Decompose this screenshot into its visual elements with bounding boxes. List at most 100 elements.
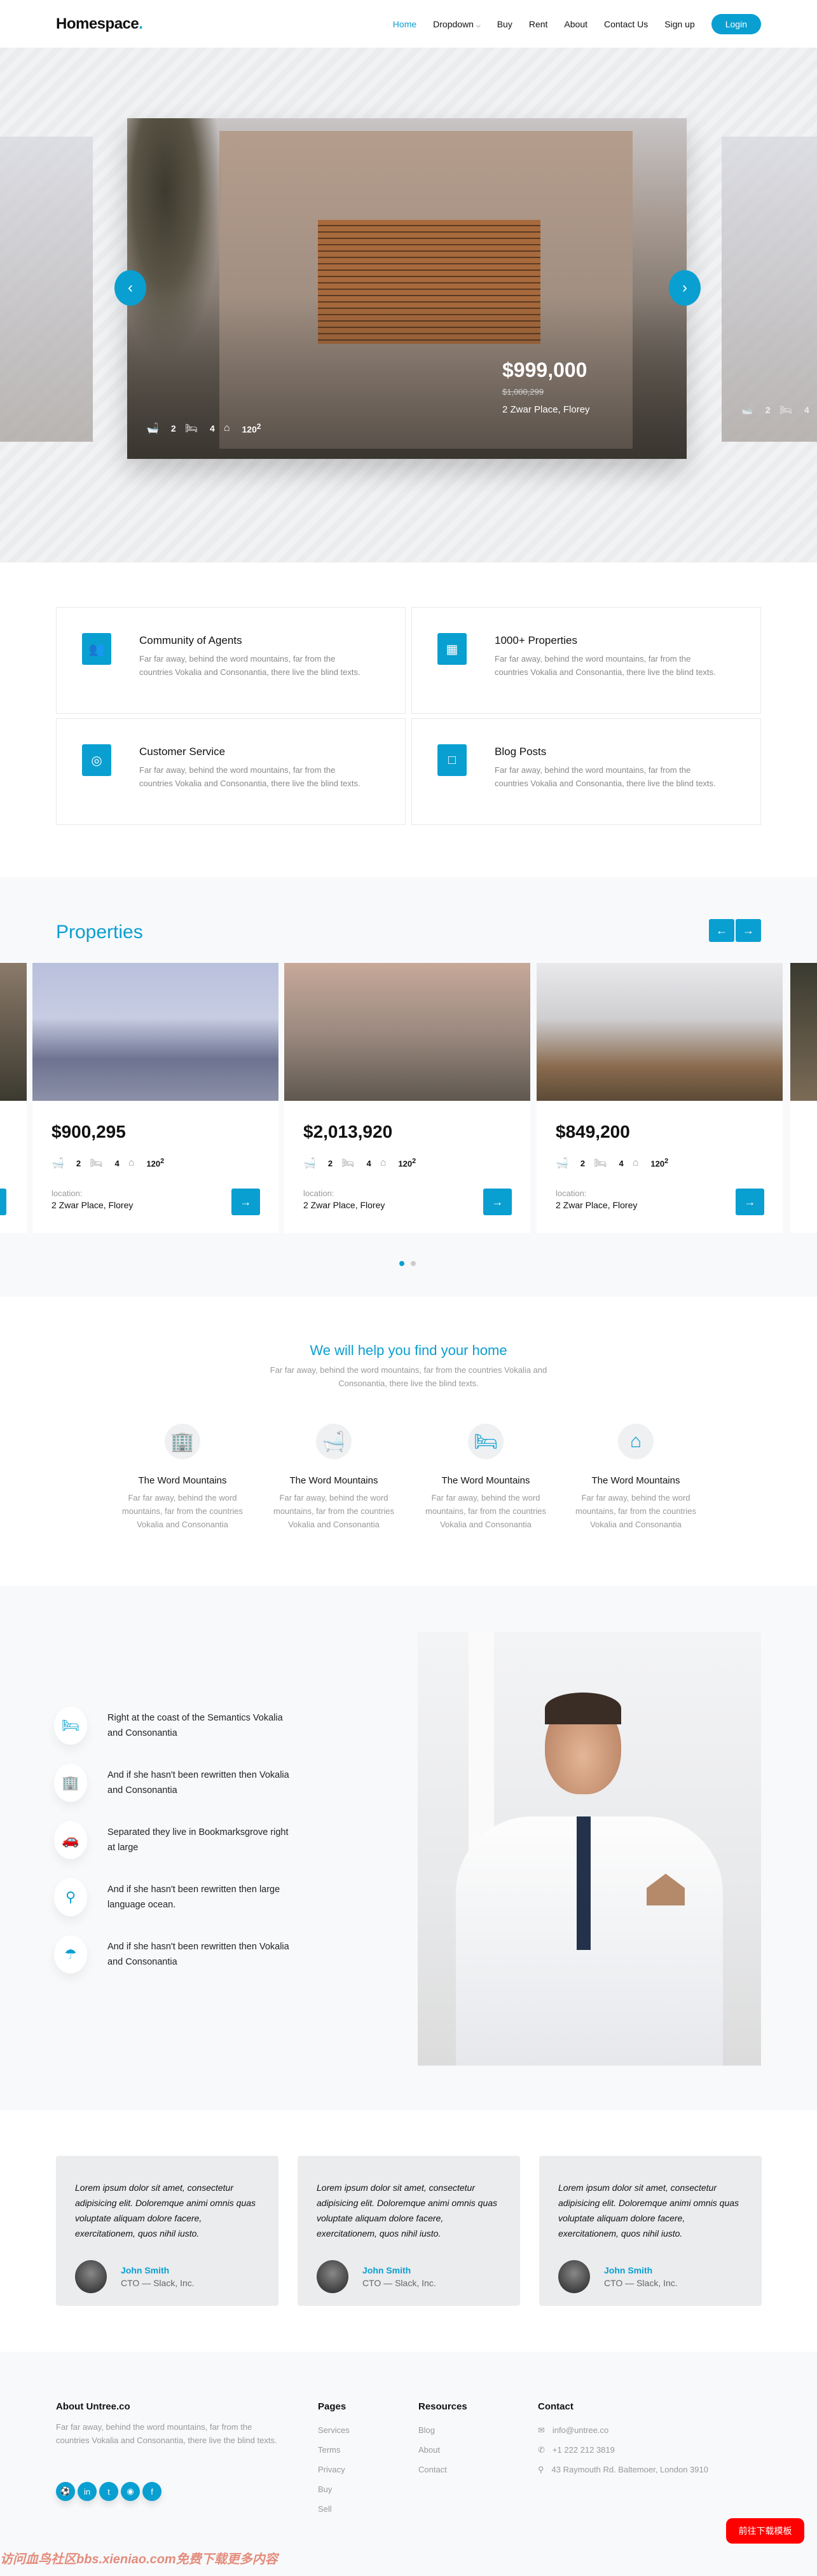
house-area-icon: ⌂: [618, 1424, 654, 1459]
login-button[interactable]: Login: [711, 14, 761, 34]
help-column-title: The Word Mountains: [441, 1475, 530, 1486]
property-open-button[interactable]: →: [483, 1189, 512, 1215]
feature-card: 👥 Community of Agents Far far away, behi…: [56, 607, 406, 714]
download-template-button[interactable]: 前往下载模板: [726, 2518, 804, 2544]
location-label: location:: [51, 1189, 83, 1198]
footer-pages-title: Pages: [318, 2401, 347, 2412]
feature-card: □ Blog Posts Far far away, behind the wo…: [411, 718, 761, 825]
help-column-text: Far far away, behind the word mountains,…: [425, 1493, 547, 1529]
nav-rent[interactable]: Rent: [529, 19, 548, 29]
footer-link-resource[interactable]: About: [418, 2440, 447, 2460]
phone-icon: ✆: [538, 2445, 545, 2455]
hero-prev-button[interactable]: ‹: [114, 270, 146, 306]
testimonial-role: CTO — Slack, Inc.: [121, 2278, 195, 2288]
house-area-icon: ⌂: [632, 1157, 639, 1168]
property-price: $900,295: [51, 1122, 126, 1141]
testimonial-name: John Smith: [121, 2265, 170, 2275]
footer-link-page[interactable]: Sell: [318, 2499, 350, 2519]
property-beds: 4: [366, 1158, 371, 1168]
footer-email[interactable]: ✉ info@untree.co: [538, 2420, 708, 2440]
nav-contact[interactable]: Contact Us: [604, 19, 648, 29]
help-subtitle: Far far away, behind the word mountains,…: [270, 1365, 547, 1388]
instagram-icon[interactable]: ◉: [121, 2482, 140, 2501]
avatar: [75, 2260, 107, 2293]
feature-text: Far far away, behind the word mountains,…: [495, 765, 716, 788]
testimonial-card: Lorem ipsum dolor sit amet, consectetur …: [56, 2156, 278, 2306]
footer-link-page[interactable]: Terms: [318, 2440, 350, 2460]
footer-link-page[interactable]: Buy: [318, 2479, 350, 2499]
hero-slide-prev[interactable]: [0, 137, 93, 442]
hero-next-button[interactable]: ›: [669, 270, 701, 306]
why-item-text: Separated they live in Bookmarksgrove ri…: [107, 1827, 289, 1853]
properties-next-button[interactable]: →: [736, 919, 761, 942]
envelope-icon: ✉: [538, 2425, 545, 2435]
property-address: 2 Zwar Place, Florey: [51, 1200, 134, 1210]
logo[interactable]: Homespace.: [56, 15, 143, 33]
carousel-dot-1[interactable]: [399, 1261, 404, 1266]
why-item: 🛏 Right at the coast of the Semantics Vo…: [54, 1707, 292, 1745]
footer-link-resource[interactable]: Blog: [418, 2420, 447, 2440]
footer-link-page[interactable]: Services: [318, 2420, 350, 2440]
social-links: ⚽ in t ◉ f: [56, 2482, 161, 2501]
property-card[interactable]: $849,200 🛁 2 🛏 4 ⌂ 1202 location: 2 Zwar Pl…: [537, 963, 783, 1233]
property-image[interactable]: [537, 963, 783, 1101]
why-item-text: And if she hasn't been rewritten then Vo…: [107, 1942, 289, 1967]
property-address: 2 Zwar Place, Florey: [303, 1200, 385, 1210]
area-sup: 2: [412, 1157, 416, 1166]
footer-email-text: info@untree.co: [552, 2425, 609, 2435]
twitter-icon[interactable]: t: [99, 2482, 118, 2501]
hero-area-sup: 2: [256, 422, 261, 431]
footer-link-page[interactable]: Privacy: [318, 2460, 350, 2479]
property-image[interactable]: [32, 963, 278, 1101]
nav-buy[interactable]: Buy: [497, 19, 512, 29]
property-image[interactable]: [284, 963, 530, 1101]
property-baths: 2: [327, 1158, 333, 1168]
linkedin-icon[interactable]: in: [78, 2482, 97, 2501]
nav-dropdown[interactable]: Dropdown ⌵: [433, 19, 481, 29]
users-icon: 👥: [82, 633, 111, 665]
property-card-partial-left[interactable]: [0, 963, 27, 1233]
help-column: 🛏 The Word Mountains Far far away, behin…: [416, 1424, 556, 1531]
footer-phone[interactable]: ✆ +1 222 212 3819: [538, 2440, 708, 2460]
property-open-button[interactable]: [0, 1189, 6, 1215]
footer-contact-title: Contact: [538, 2401, 573, 2412]
arrow-right-icon: →: [744, 1195, 756, 1208]
property-area: 120: [398, 1159, 413, 1169]
dribbble-icon[interactable]: ⚽: [56, 2482, 75, 2501]
facebook-icon[interactable]: f: [142, 2482, 161, 2501]
location-label: location:: [303, 1189, 334, 1198]
feature-card: ▦ 1000+ Properties Far far away, behind …: [411, 607, 761, 714]
footer-link-resource[interactable]: Contact: [418, 2460, 447, 2479]
nav-links: Home Dropdown ⌵ Buy Rent About Contact U…: [393, 14, 761, 34]
hero-slide-next[interactable]: 🛁 2 🛏 4: [722, 137, 817, 442]
help-column-title: The Word Mountains: [591, 1475, 680, 1486]
map-pin-icon: ⚲: [538, 2465, 544, 2474]
nav-home[interactable]: Home: [393, 19, 416, 29]
properties-prev-button[interactable]: ←: [709, 919, 734, 942]
arrow-right-icon: →: [743, 923, 754, 937]
buildings-icon: 🏢: [165, 1424, 200, 1459]
property-card-partial-right[interactable]: [790, 963, 817, 1233]
footer-about-title: About Untree.co: [56, 2401, 130, 2412]
property-price: $849,200: [556, 1122, 630, 1141]
chevron-down-icon: ⌵: [476, 22, 481, 29]
logo-dot: .: [139, 15, 143, 32]
property-card[interactable]: $2,013,920 🛁 2 🛏 4 ⌂ 1202 location: 2 Zwar …: [284, 963, 530, 1233]
hero-price: $999,000: [502, 358, 587, 381]
bathtub-icon: 🛁: [316, 1424, 352, 1459]
nav-about[interactable]: About: [564, 19, 587, 29]
hero-address: 2 Zwar Place, Florey: [502, 404, 590, 415]
bed-icon: 🛏: [90, 1158, 103, 1169]
property-card[interactable]: $900,295 🛁 2 🛏 4 ⌂ 1202 location: 2 Zwar Pl…: [32, 963, 278, 1233]
hero-slide-active[interactable]: $999,000 $1,000,299 2 Zwar Place, Florey…: [127, 118, 687, 459]
bed-icon: 🛏: [594, 1158, 607, 1169]
why-item-text: And if she hasn't been rewritten then Vo…: [107, 1770, 289, 1796]
property-open-button[interactable]: →: [231, 1189, 260, 1215]
chevron-left-icon: ‹: [128, 279, 133, 296]
carousel-dot-2[interactable]: [411, 1261, 416, 1266]
nav-signup[interactable]: Sign up: [664, 19, 694, 29]
bathtub-icon: 🛁: [51, 1158, 64, 1169]
help-column-title: The Word Mountains: [289, 1475, 378, 1486]
property-open-button[interactable]: →: [736, 1189, 764, 1215]
testimonial-card: Lorem ipsum dolor sit amet, consectetur …: [298, 2156, 520, 2306]
